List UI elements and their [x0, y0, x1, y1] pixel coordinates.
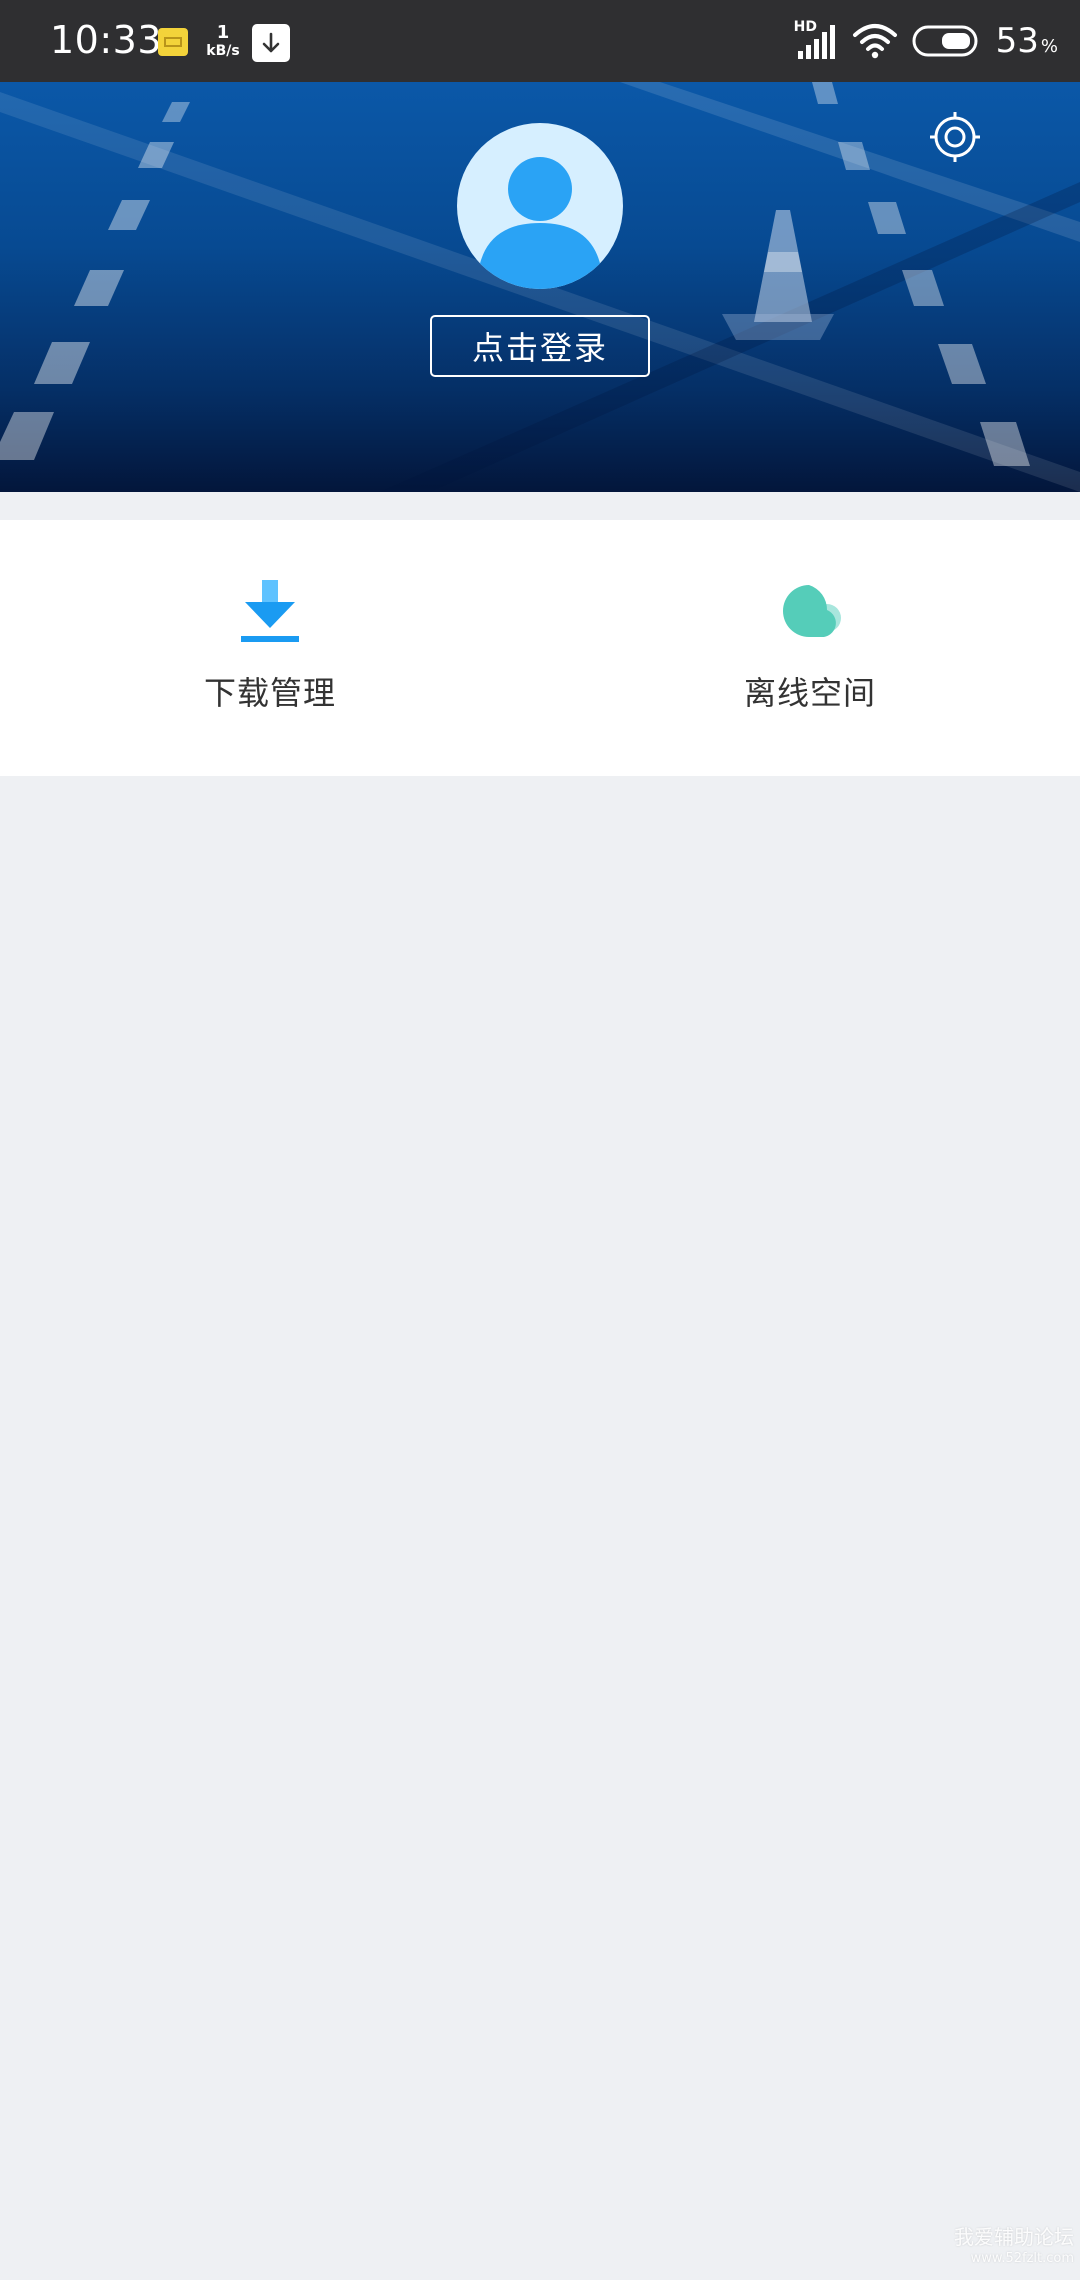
download-icon [241, 580, 299, 642]
watermark: 我爱辅助论坛 www.52fzlt.com [954, 2226, 1074, 2270]
watermark-url: www.52fzlt.com [970, 2251, 1074, 2266]
battery-icon [912, 25, 978, 57]
menu-item-download-manager[interactable]: 下载管理 [0, 520, 540, 776]
status-time: 10:33 [50, 18, 163, 62]
menu-item-offline-space[interactable]: 离线空间 [540, 520, 1080, 776]
notification-app-icon [158, 28, 188, 56]
avatar[interactable] [457, 123, 623, 289]
network-speed-unit: kB/s [206, 43, 240, 59]
download-notification-icon [252, 24, 290, 62]
login-button[interactable]: 点击登录 [430, 315, 650, 377]
network-speed-value: 1 [216, 22, 230, 43]
cloud-icon [783, 585, 841, 638]
wifi-icon [852, 24, 897, 59]
settings-gear-icon [930, 112, 980, 162]
status-bar: 10:33 1 kB/s HD 53 % [0, 0, 1080, 82]
menu-item-label: 下载管理 [203, 674, 336, 712]
battery-level: 53% [996, 21, 1058, 61]
cellular-signal-icon: HD [794, 19, 838, 61]
network-speed: 1 kB/s [206, 24, 240, 60]
battery-percent-unit: % [1040, 36, 1058, 57]
menu-item-label: 离线空间 [743, 674, 876, 712]
battery-percent: 53 [995, 21, 1039, 61]
watermark-text: 我爱辅助论坛 [954, 2225, 1074, 2249]
user-avatar-icon [477, 157, 603, 289]
settings-button[interactable] [928, 110, 982, 164]
feature-menu: 下载管理 离线空间 [0, 520, 1080, 776]
profile-header: 点击登录 [0, 82, 1080, 492]
